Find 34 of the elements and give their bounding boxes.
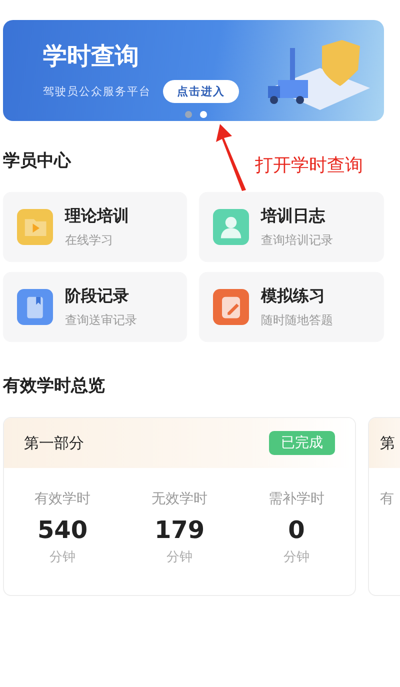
stat-label: 无效学时 [152, 490, 208, 508]
part-title: 第 [380, 434, 395, 452]
card-title: 理论培训 [65, 206, 129, 226]
status-badge: 已完成 [269, 431, 335, 455]
menu-card[interactable]: 培训日志 查询培训记录 [199, 192, 384, 262]
card-title: 阶段记录 [65, 286, 130, 306]
part-title: 第一部分 [24, 434, 84, 452]
stat-unit: 分钟 [284, 549, 310, 566]
banner-title: 学时查询 [43, 41, 140, 72]
menu-card[interactable]: 阶段记录 查询送审记录 [3, 272, 187, 342]
annotation-text: 打开学时查询 [255, 154, 363, 177]
banner-subtitle: 驾驶员公众服务平台 [43, 84, 151, 99]
card-subtitle: 查询送审记录 [65, 312, 137, 328]
stat-value: 540 [37, 516, 88, 544]
stat-label: 需补学时 [268, 490, 324, 508]
section-title: 有效学时总览 [3, 375, 105, 397]
card-subtitle: 随时随地答题 [261, 312, 333, 328]
carousel-dot[interactable] [185, 111, 192, 118]
stat-label: 有效学时 [34, 490, 90, 508]
enter-button[interactable]: 点击进入 [163, 80, 239, 103]
stat-value: 0 [288, 516, 305, 544]
carousel-dot[interactable] [200, 111, 207, 118]
card-subtitle: 在线学习 [65, 232, 114, 248]
banner[interactable]: 学时查询 驾驶员公众服务平台 点击进入 [3, 20, 384, 121]
menu-card[interactable]: 理论培训 在线学习 [3, 192, 187, 262]
stat-unit: 分钟 [166, 549, 192, 566]
stat-unit: 分钟 [50, 549, 76, 566]
card-subtitle: 查询培训记录 [261, 232, 333, 248]
card-title: 培训日志 [261, 206, 326, 226]
card-title: 模拟练习 [261, 286, 326, 306]
section-title: 学员中心 [3, 150, 71, 172]
menu-card[interactable]: 模拟练习 随时随地答题 [199, 272, 384, 342]
stat-label: 有 [380, 490, 394, 508]
stat-value: 179 [154, 516, 205, 544]
